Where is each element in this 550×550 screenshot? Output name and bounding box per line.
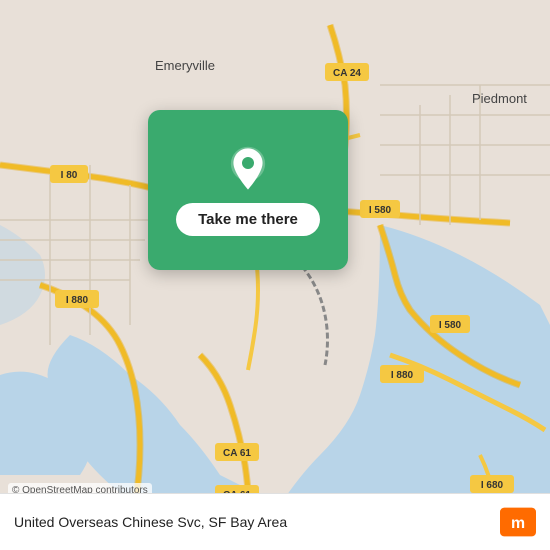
bottom-bar: United Overseas Chinese Svc, SF Bay Area…	[0, 493, 550, 550]
action-card[interactable]: Take me there	[148, 110, 348, 270]
svg-text:I 880: I 880	[66, 295, 89, 306]
svg-text:I 680: I 680	[481, 480, 504, 491]
moovit-logo: m	[500, 504, 536, 540]
svg-text:CA 61: CA 61	[223, 448, 251, 459]
map-background: CA 24 I 580 I 580 I 80 I 880 I 880 CA 61…	[0, 0, 550, 550]
svg-text:I 580: I 580	[369, 205, 392, 216]
place-name: United Overseas Chinese Svc, SF Bay Area	[14, 514, 287, 530]
location-pin-icon	[224, 145, 272, 193]
map-container: CA 24 I 580 I 580 I 80 I 880 I 880 CA 61…	[0, 0, 550, 550]
moovit-logo-icon: m	[500, 504, 536, 540]
svg-text:m: m	[511, 515, 525, 532]
svg-text:Piedmont: Piedmont	[472, 91, 527, 106]
take-me-there-button[interactable]: Take me there	[176, 203, 320, 236]
svg-text:CA 24: CA 24	[333, 68, 361, 79]
svg-text:Emeryville: Emeryville	[155, 58, 215, 73]
svg-text:I 580: I 580	[439, 320, 462, 331]
svg-text:I 80: I 80	[61, 170, 78, 181]
svg-text:I 880: I 880	[391, 370, 414, 381]
